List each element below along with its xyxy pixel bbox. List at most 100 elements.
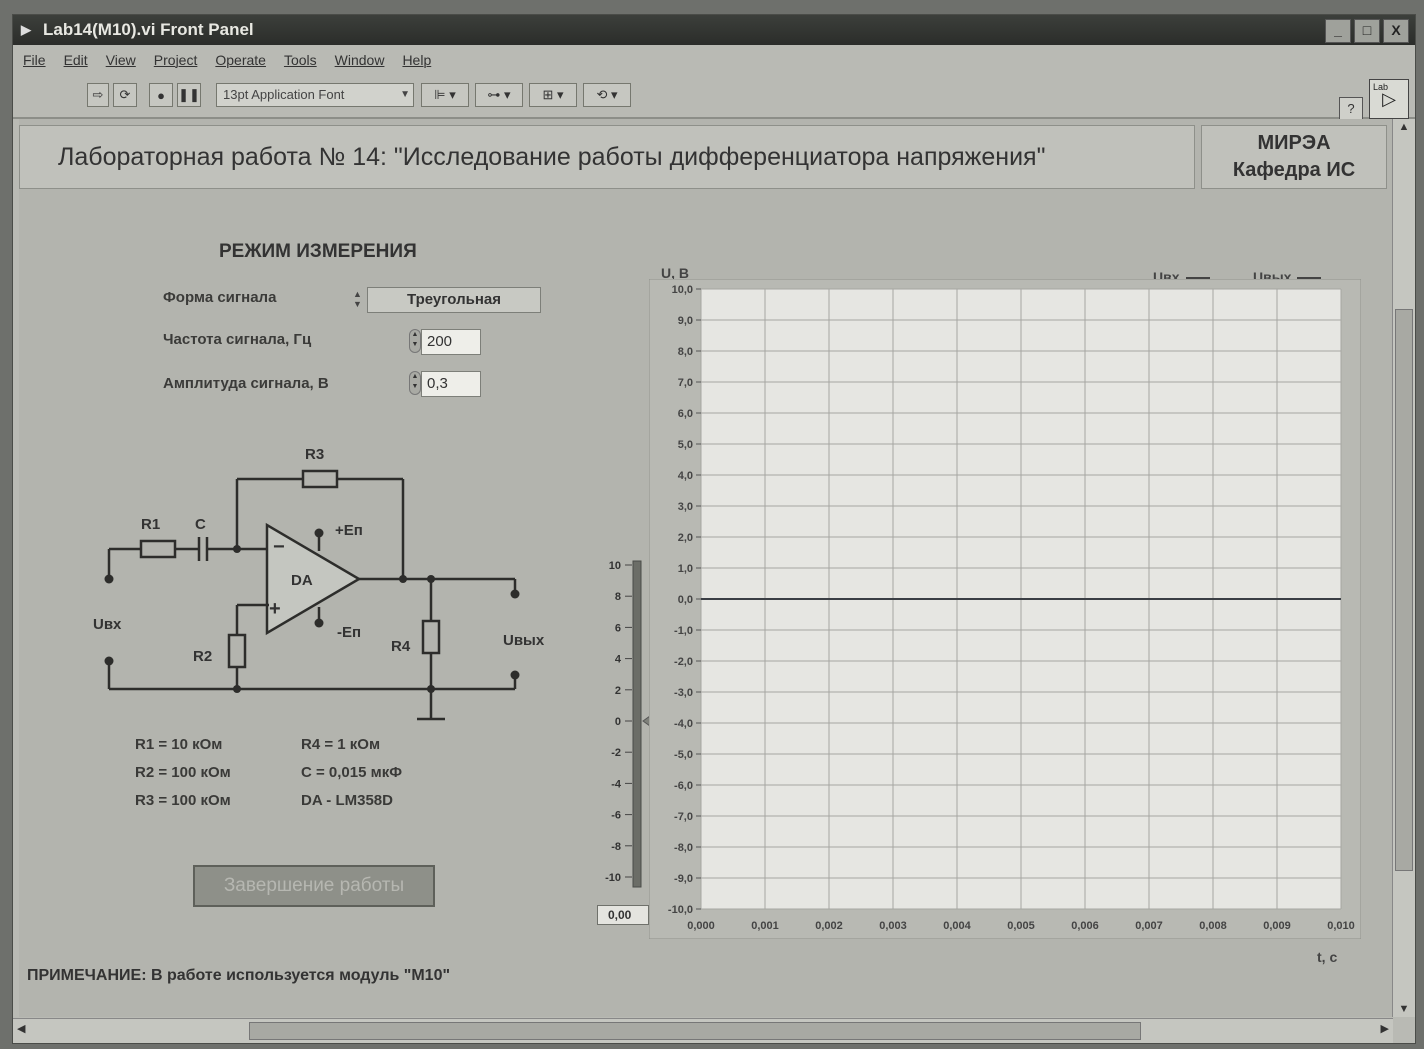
horizontal-scroll-thumb[interactable] (249, 1022, 1141, 1040)
vertical-scrollbar[interactable]: ▲ ▼ (1392, 119, 1415, 1017)
menu-window[interactable]: Window (335, 52, 385, 68)
run-continuously-icon[interactable]: ⟳ (113, 83, 137, 107)
minus-en-label: -Еп (337, 624, 361, 641)
y-tick-label: 9,0 (678, 315, 693, 327)
circuit-diagram: R1 C R3 R2 R4 DA − + +Еп -Еп Uвх Uвых (93, 446, 545, 721)
stop-button[interactable]: Завершение работы (193, 865, 435, 907)
resize-objects-icon[interactable]: ⊞ ▾ (529, 83, 577, 107)
c-label: C (195, 516, 206, 533)
menu-operate[interactable]: Operate (215, 52, 266, 68)
ring-arrows-icon[interactable]: ▲ ▼ (353, 289, 362, 309)
help-icon[interactable]: ? (1339, 97, 1363, 121)
run-arrow-icon[interactable]: ⇨ (87, 83, 109, 107)
y-tick-label: 4,0 (678, 470, 693, 482)
menu-edit[interactable]: Edit (64, 52, 88, 68)
slider-tick-label: 10 (609, 560, 621, 572)
distribute-objects-icon[interactable]: ⊶ ▾ (475, 83, 523, 107)
menu-file[interactable]: File (23, 52, 46, 68)
slider-tick-label: 4 (615, 654, 622, 666)
offset-slider[interactable]: 10 8 6 4 2 0 -2 -4 -6 -8 -10 (587, 555, 657, 907)
toolbar: ⇨ ⟳ ● ❚❚ 13pt Application Font ▼ ⊫ ▾ ⊶ ▾… (13, 75, 1415, 121)
y-tick-label: 10,0 (672, 284, 693, 296)
scroll-down-icon[interactable]: ▼ (1393, 1003, 1415, 1015)
opamp-minus-label: − (273, 536, 285, 558)
x-tick-label: 0,004 (943, 920, 971, 932)
waveform-graph[interactable]: 10,0 9,0 8,0 7,0 6,0 5,0 4,0 3,0 2,0 1,0 0,0 -1,0 -2… (649, 279, 1361, 939)
slider-tick-label: -6 (611, 810, 621, 822)
y-tick-label: -9,0 (674, 873, 693, 885)
slider-tick-label: 0 (615, 716, 621, 728)
window-title: Lab14(M10).vi Front Panel (43, 20, 254, 39)
r1-symbol (139, 539, 177, 559)
y-tick-label: 3,0 (678, 501, 693, 513)
front-panel: Лабораторная работа № 14: "Исследование … (19, 119, 1393, 1017)
da-label: DA (291, 572, 313, 589)
param-r2: R2 = 100 кОм (135, 764, 231, 781)
vertical-scroll-thumb[interactable] (1395, 309, 1413, 871)
r3-label: R3 (305, 446, 324, 463)
title-bar[interactable]: ▶ Lab14(M10).vi Front Panel _ □ X (13, 15, 1415, 45)
minimize-button[interactable]: _ (1325, 19, 1351, 43)
slider-track (632, 560, 642, 888)
x-tick-label: 0,003 (879, 920, 907, 932)
amplitude-input[interactable]: 0,3 (421, 371, 481, 397)
align-objects-icon[interactable]: ⊫ ▾ (421, 83, 469, 107)
u-in-label: Uвх (93, 616, 122, 633)
x-axis-label: t, с (1317, 949, 1338, 965)
x-tick-label: 0,002 (815, 920, 843, 932)
x-tick-label: 0,000 (687, 920, 715, 932)
frequency-stepper[interactable]: ▲ ▼ (409, 329, 421, 353)
slider-tick-label: -2 (611, 747, 621, 759)
waveform-selector[interactable]: Треугольная (367, 287, 541, 313)
y-tick-label: 6,0 (678, 408, 693, 420)
y-tick-label: 1,0 (678, 563, 693, 575)
plus-en-label: +Еп (335, 522, 363, 539)
x-tick-label: 0,010 (1327, 920, 1355, 932)
org-name: МИРЭА (1257, 132, 1331, 154)
menu-tools[interactable]: Tools (284, 52, 317, 68)
menu-help[interactable]: Help (402, 52, 431, 68)
mode-title: РЕЖИМ ИЗМЕРЕНИЯ (219, 241, 417, 262)
y-tick-label: -10,0 (668, 904, 693, 916)
page-title: Лабораторная работа № 14: "Исследование … (19, 125, 1195, 189)
param-da: DA - LM358D (301, 792, 393, 809)
r3-symbol (301, 469, 339, 489)
slider-tick-label: -8 (611, 841, 621, 853)
x-tick-label: 0,008 (1199, 920, 1227, 932)
menu-bar: File Edit View Project Operate Tools Win… (13, 47, 1415, 73)
module-note: ПРИМЕЧАНИЕ: В работе используется модуль… (27, 967, 451, 984)
amplitude-label: Амплитуда сигнала, В (163, 375, 329, 392)
frequency-label: Частота сигнала, Гц (163, 331, 312, 348)
y-tick-label: -5,0 (674, 749, 693, 761)
abort-icon[interactable]: ● (149, 83, 173, 107)
y-tick-label: -7,0 (674, 811, 693, 823)
slider-tick-label: -4 (611, 778, 622, 790)
scroll-left-icon[interactable]: ◀ (17, 1022, 25, 1035)
menu-view[interactable]: View (106, 52, 136, 68)
pause-icon[interactable]: ❚❚ (177, 83, 201, 107)
amplitude-stepper[interactable]: ▲ ▼ (409, 371, 421, 395)
params-left: R1 = 10 кОм R2 = 100 кОм R3 = 100 кОм (135, 731, 231, 815)
scroll-right-icon[interactable]: ▶ (1381, 1022, 1389, 1035)
r4-symbol (421, 619, 441, 655)
y-tick-label: 0,0 (678, 594, 693, 606)
slider-value-display[interactable]: 0,00 (597, 905, 649, 925)
menu-project[interactable]: Project (154, 52, 198, 68)
y-tick-label: 8,0 (678, 346, 693, 358)
param-c: C = 0,015 мкФ (301, 764, 403, 781)
font-selector[interactable]: 13pt Application Font ▼ (216, 83, 414, 107)
x-tick-label: 0,007 (1135, 920, 1163, 932)
r4-label: R4 (391, 638, 411, 655)
scroll-up-icon[interactable]: ▲ (1393, 121, 1415, 133)
horizontal-scrollbar[interactable]: ◀ ▶ (13, 1018, 1393, 1043)
slider-tick-label: 2 (615, 685, 621, 697)
r2-symbol (227, 633, 247, 669)
vi-connector-icon[interactable]: Lab ▷ (1369, 79, 1409, 119)
x-tick-label: 0,005 (1007, 920, 1035, 932)
close-button[interactable]: X (1383, 19, 1409, 43)
frequency-input[interactable]: 200 (421, 329, 481, 355)
labview-window: ▶ Lab14(M10).vi Front Panel _ □ X File E… (12, 14, 1416, 1044)
waveform-label: Форма сигнала (163, 289, 277, 306)
maximize-button[interactable]: □ (1354, 19, 1380, 43)
reorder-icon[interactable]: ⟲ ▾ (583, 83, 631, 107)
